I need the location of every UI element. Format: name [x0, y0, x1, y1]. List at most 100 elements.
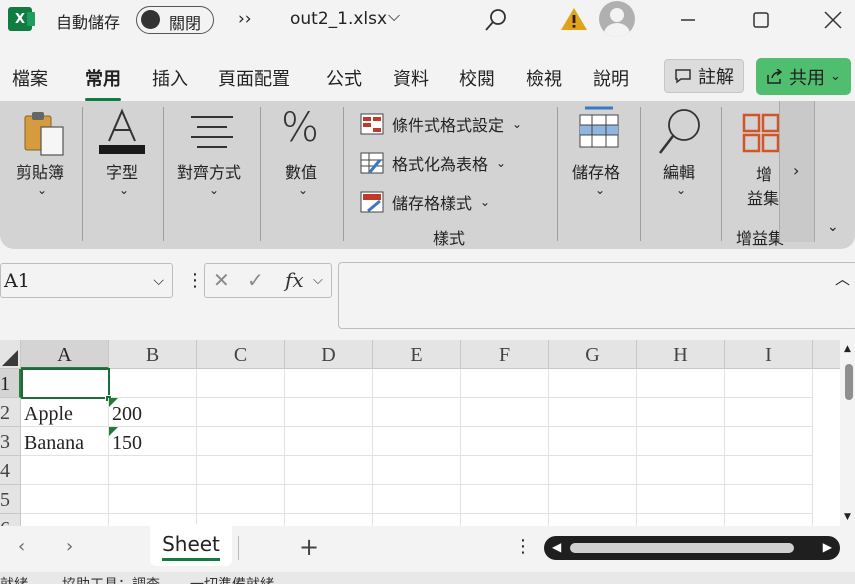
comments-button[interactable]: 註解	[664, 59, 744, 93]
tab-help[interactable]: 說明	[593, 65, 629, 95]
scroll-up-icon[interactable]: ▲	[844, 344, 851, 354]
row-header-6[interactable]: 6	[0, 514, 21, 526]
addins-group[interactable]: 增 益集 增益集	[722, 101, 784, 249]
cell-f1[interactable]	[461, 369, 549, 398]
cell-g4[interactable]	[549, 456, 637, 485]
cell-a2[interactable]: Apple	[21, 398, 109, 427]
row-header-4[interactable]: 4	[0, 456, 21, 485]
tab-page-layout[interactable]: 頁面配置	[218, 65, 290, 95]
formula-bar-options[interactable]: ⋮	[186, 270, 204, 291]
scroll-down-icon[interactable]: ▼	[844, 512, 851, 522]
column-header-d[interactable]: D	[285, 340, 373, 369]
column-header-g[interactable]: G	[549, 340, 637, 369]
column-header-e[interactable]: E	[373, 340, 461, 369]
vertical-scrollbar[interactable]: ▲ ▼	[840, 340, 855, 526]
cell-c3[interactable]	[197, 427, 285, 456]
cell-g6[interactable]	[549, 514, 637, 526]
cell-i1[interactable]	[725, 369, 813, 398]
close-icon[interactable]	[818, 6, 848, 34]
cell-f3[interactable]	[461, 427, 549, 456]
enter-icon[interactable]: ✓	[247, 268, 264, 292]
scrollbar-thumb[interactable]	[845, 364, 853, 400]
minimize-icon[interactable]	[673, 6, 703, 34]
cell-i6[interactable]	[725, 514, 813, 526]
cell-h4[interactable]	[637, 456, 725, 485]
cell-h6[interactable]	[637, 514, 725, 526]
cell-h5[interactable]	[637, 485, 725, 514]
formula-input[interactable]	[338, 262, 855, 329]
tab-view[interactable]: 檢視	[526, 65, 562, 95]
cell-i2[interactable]	[725, 398, 813, 427]
row-header-3[interactable]: 3	[0, 427, 21, 456]
editing-group[interactable]: 編輯 ⌄	[641, 101, 721, 249]
sheet-tab-sheet[interactable]: Sheet	[150, 524, 232, 566]
cell-b3[interactable]: 150	[109, 427, 197, 456]
cell-g2[interactable]	[549, 398, 637, 427]
cell-d2[interactable]	[285, 398, 373, 427]
scroll-right-icon[interactable]: ▶	[823, 540, 832, 554]
cell-f5[interactable]	[461, 485, 549, 514]
cell-e4[interactable]	[373, 456, 461, 485]
cell-g3[interactable]	[549, 427, 637, 456]
chevron-down-icon[interactable]: ⌵	[388, 6, 400, 26]
cell-a4[interactable]	[21, 456, 109, 485]
search-icon[interactable]	[483, 7, 509, 33]
cell-e2[interactable]	[373, 398, 461, 427]
next-sheet-icon[interactable]: ›	[66, 536, 73, 557]
cell-g5[interactable]	[549, 485, 637, 514]
ribbon-scroll-right-button[interactable]: ›	[779, 101, 815, 242]
conditional-format-button[interactable]: 條件式格式設定 ⌄	[360, 112, 522, 136]
cell-b5[interactable]	[109, 485, 197, 514]
cell-e5[interactable]	[373, 485, 461, 514]
tab-data[interactable]: 資料	[393, 65, 429, 95]
cell-e6[interactable]	[373, 514, 461, 526]
select-all-button[interactable]	[0, 340, 21, 369]
row-header-1[interactable]: 1	[0, 369, 21, 398]
tab-review[interactable]: 校閱	[459, 65, 495, 95]
clipboard-group[interactable]: 剪貼簿 ⌄	[0, 101, 82, 249]
font-group[interactable]: 字型 ⌄	[83, 101, 163, 249]
row-header-2[interactable]: 2	[0, 398, 21, 427]
cell-c2[interactable]	[197, 398, 285, 427]
cell-e1[interactable]	[373, 369, 461, 398]
cell-b2[interactable]: 200	[109, 398, 197, 427]
expand-formula-bar-icon[interactable]: ︿	[835, 268, 850, 289]
column-header-c[interactable]: C	[197, 340, 285, 369]
cell-b1[interactable]	[109, 369, 197, 398]
alignment-group[interactable]: 對齊方式 ⌄	[164, 101, 260, 249]
horizontal-scrollbar[interactable]: ◀ ▶	[544, 536, 840, 560]
cell-h1[interactable]	[637, 369, 725, 398]
column-header-b[interactable]: B	[109, 340, 197, 369]
cells-group[interactable]: 儲存格 ⌄	[558, 101, 640, 249]
autosave-toggle[interactable]: 關閉	[136, 6, 214, 34]
scroll-left-icon[interactable]: ◀	[552, 540, 561, 554]
column-header-j[interactable]	[813, 340, 840, 369]
cell-d3[interactable]	[285, 427, 373, 456]
cell-d5[interactable]	[285, 485, 373, 514]
cell-styles-button[interactable]: 儲存格樣式 ⌄	[360, 190, 490, 214]
tab-formulas[interactable]: 公式	[326, 65, 362, 95]
collapse-ribbon-button[interactable]: ⌄	[827, 219, 839, 235]
column-header-i[interactable]: I	[725, 340, 813, 369]
cancel-icon[interactable]: ✕	[213, 268, 230, 292]
share-button[interactable]: 共用 ⌄	[756, 58, 851, 95]
cell-d6[interactable]	[285, 514, 373, 526]
cell-b4[interactable]	[109, 456, 197, 485]
maximize-icon[interactable]	[746, 6, 776, 34]
file-name[interactable]: out2_1.xlsx	[290, 9, 387, 29]
column-header-a[interactable]: A	[21, 340, 109, 369]
column-header-h[interactable]: H	[637, 340, 725, 369]
warning-icon[interactable]	[560, 6, 588, 32]
prev-sheet-icon[interactable]: ‹	[18, 536, 25, 557]
cell-d4[interactable]	[285, 456, 373, 485]
cell-f2[interactable]	[461, 398, 549, 427]
cell-h3[interactable]	[637, 427, 725, 456]
cell-e3[interactable]	[373, 427, 461, 456]
number-group[interactable]: % 數值 ⌄	[261, 101, 343, 249]
cell-a3[interactable]: Banana	[21, 427, 109, 456]
column-header-f[interactable]: F	[461, 340, 549, 369]
chevron-down-icon[interactable]: ⌵	[153, 273, 164, 289]
chevron-down-icon[interactable]: ⌵	[313, 273, 323, 288]
cell-f4[interactable]	[461, 456, 549, 485]
cell-c5[interactable]	[197, 485, 285, 514]
